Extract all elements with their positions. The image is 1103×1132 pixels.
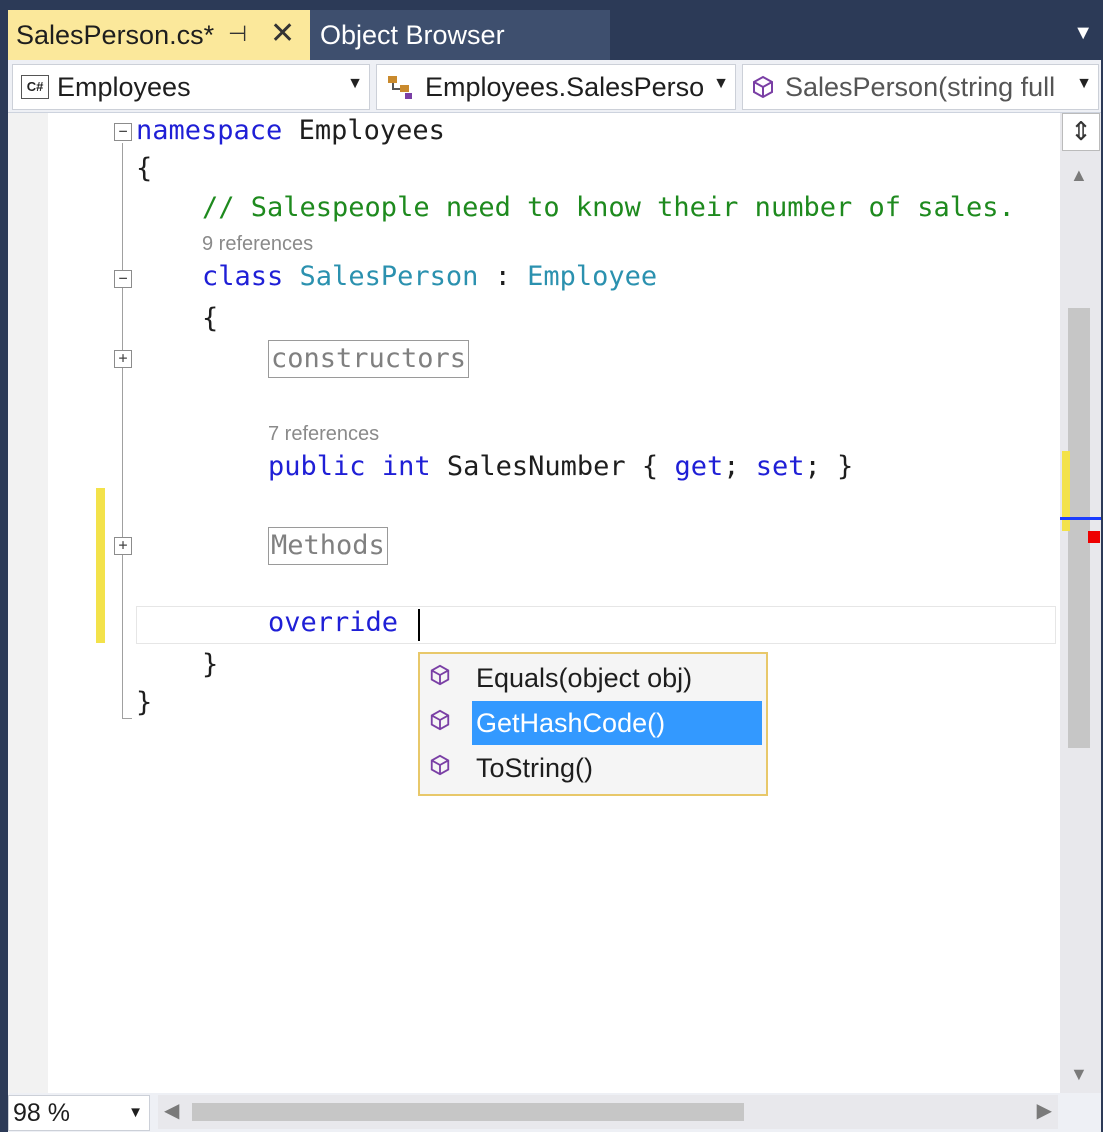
tab-title: SalesPerson.cs* <box>16 19 215 50</box>
code-line-class-brace-close: } <box>202 649 219 680</box>
keyword-set: set <box>755 451 805 482</box>
chevron-down-icon: ▼ <box>713 75 729 92</box>
tab-overflow-dropdown-icon[interactable]: ▼ <box>1073 22 1093 45</box>
project-label: Employees <box>57 71 191 102</box>
zoom-level: 98 % <box>13 1099 70 1127</box>
collapsed-region-methods[interactable]: Methods <box>268 527 388 565</box>
completion-item[interactable]: Equals(object obj) <box>420 656 766 700</box>
property-end: ; } <box>804 451 854 482</box>
keyword-namespace: namespace <box>136 115 283 146</box>
tab-salesperson-cs[interactable]: SalesPerson.cs* ⊣ ✕ <box>8 10 310 60</box>
close-icon[interactable]: ✕ <box>270 16 295 51</box>
property-name: SalesNumber { <box>430 451 675 482</box>
type-label: Employees.SalesPerso <box>425 71 705 102</box>
pin-icon[interactable]: ⊣ <box>228 21 247 47</box>
chevron-down-icon: ▼ <box>1076 75 1092 92</box>
keyword-get: get <box>674 451 724 482</box>
colon: : <box>478 261 528 292</box>
codelens-property-references[interactable]: 7 references <box>268 423 379 446</box>
vertical-scroll-thumb[interactable] <box>1068 308 1090 748</box>
split-window-icon[interactable]: ⇕ <box>1062 113 1100 151</box>
caret-position-marker <box>1060 517 1101 520</box>
keyword-override: override <box>268 607 399 638</box>
keyword-public: public <box>268 451 366 482</box>
keyword-class: class <box>202 261 284 292</box>
document-tab-bar: SalesPerson.cs* ⊣ ✕ Object Browser ▼ <box>8 10 1101 60</box>
code-line-class-brace-open: { <box>202 303 219 334</box>
completion-item-selected[interactable]: GetHashCode() <box>420 701 766 745</box>
code-line-namespace-brace-close: } <box>136 687 153 718</box>
completion-item-label: GetHashCode() <box>472 701 762 745</box>
codelens-class-references[interactable]: 9 references <box>202 233 313 256</box>
method-cube-icon <box>751 75 775 99</box>
project-dropdown[interactable]: C# Employees ▼ <box>12 64 370 110</box>
csharp-project-icon: C# <box>21 75 49 99</box>
code-line-property: public int SalesNumber { get; set; } <box>268 451 853 482</box>
code-editor-window: SalesPerson.cs* ⊣ ✕ Object Browser ▼ C# … <box>0 0 1103 1132</box>
member-dropdown[interactable]: SalesPerson(string full ▼ <box>742 64 1099 110</box>
keyword-int: int <box>381 451 431 482</box>
chevron-down-icon: ▼ <box>128 1104 143 1121</box>
changed-lines-marker <box>96 488 105 643</box>
expand-methods-icon[interactable]: + <box>114 537 132 555</box>
tab-object-browser[interactable]: Object Browser <box>310 10 610 60</box>
code-line-namespace: namespace Employees <box>136 115 445 146</box>
class-name: SalesPerson <box>299 261 479 292</box>
indicator-margin <box>8 113 48 1093</box>
expand-constructors-icon[interactable]: + <box>114 350 132 368</box>
collapsed-region-constructors[interactable]: constructors <box>268 340 470 378</box>
completion-item[interactable]: ToString() <box>420 746 766 790</box>
code-comment: // Salespeople need to know their number… <box>202 192 1015 223</box>
semicolon: ; <box>723 451 756 482</box>
navigation-bar: C# Employees ▼ Employees.SalesPerso ▼ Sa… <box>8 60 1101 113</box>
scroll-up-icon[interactable]: ▲ <box>1070 165 1088 186</box>
method-cube-icon <box>420 664 460 692</box>
completion-item-label: Equals(object obj) <box>476 663 693 693</box>
error-marker <box>1088 531 1100 543</box>
editor-bottom-bar: 98 % ▼ ◀ ▶ <box>8 1093 1101 1132</box>
chevron-down-icon: ▼ <box>347 75 363 92</box>
collapse-class-icon[interactable]: − <box>114 270 132 288</box>
base-class-name: Employee <box>527 261 658 292</box>
scroll-left-icon[interactable]: ◀ <box>164 1098 179 1123</box>
type-dropdown[interactable]: Employees.SalesPerso ▼ <box>376 64 736 110</box>
namespace-name: Employees <box>282 115 445 146</box>
code-line-class: class SalesPerson : Employee <box>202 261 657 292</box>
tab-title: Object Browser <box>320 19 505 50</box>
code-line-brace-open: { <box>136 153 153 184</box>
outline-line <box>122 143 123 718</box>
text-caret <box>418 609 420 641</box>
zoom-dropdown[interactable]: 98 % ▼ <box>8 1095 150 1131</box>
horizontal-scroll-thumb[interactable] <box>192 1103 744 1121</box>
method-cube-icon <box>420 754 460 782</box>
member-label: SalesPerson(string full <box>785 71 1056 102</box>
scroll-right-icon[interactable]: ▶ <box>1037 1098 1052 1123</box>
outline-line-end <box>122 718 132 719</box>
scroll-down-icon[interactable]: ▼ <box>1070 1064 1088 1085</box>
vertical-scrollbar[interactable]: ⇕ ▲ ▼ <box>1060 113 1101 1093</box>
method-cube-icon <box>420 709 460 737</box>
completion-item-label: ToString() <box>476 753 594 783</box>
horizontal-scrollbar[interactable]: ◀ ▶ <box>158 1095 1058 1129</box>
collapse-namespace-icon[interactable]: − <box>114 123 132 141</box>
intellisense-completion-list[interactable]: Equals(object obj) GetHashCode() ToStrin… <box>418 652 768 796</box>
class-icon <box>385 73 417 101</box>
code-editor[interactable]: − − + + namespace Employees { // Salespe… <box>8 113 1060 1093</box>
